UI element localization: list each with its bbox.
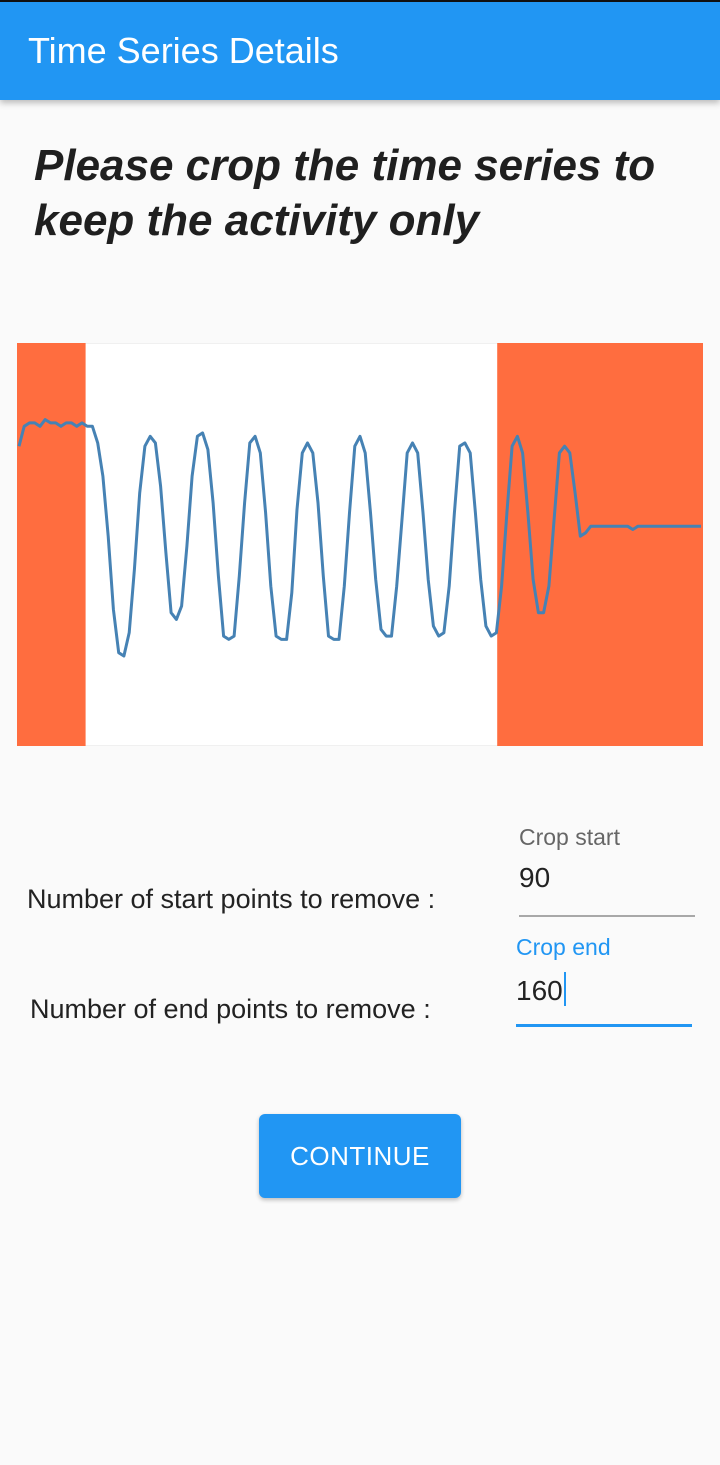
end-points-label: Number of end points to remove : xyxy=(30,994,431,1024)
crop-end-value: 160 xyxy=(516,975,563,1006)
app-bar-title: Time Series Details xyxy=(28,30,339,71)
app-bar: Time Series Details xyxy=(0,2,720,100)
crop-end-input[interactable]: 160 xyxy=(516,972,566,1007)
crop-end-region xyxy=(497,343,703,746)
instruction-heading: Please crop the time series to keep the … xyxy=(34,141,656,245)
crop-start-region xyxy=(17,343,86,746)
crop-start-field[interactable]: Crop start 90 xyxy=(519,824,695,918)
crop-start-value[interactable]: 90 xyxy=(519,862,550,894)
crop-start-underline xyxy=(519,915,695,917)
start-points-label: Number of start points to remove : xyxy=(27,884,436,914)
text-caret xyxy=(563,972,566,1006)
crop-end-label: Crop end xyxy=(516,934,611,960)
continue-button[interactable]: CONTINUE xyxy=(259,1114,461,1198)
chart-svg xyxy=(17,343,703,746)
time-series-chart xyxy=(17,343,703,746)
crop-end-field[interactable]: Crop end 160 xyxy=(516,934,692,1028)
crop-start-label: Crop start xyxy=(519,824,620,850)
crop-end-underline xyxy=(516,1024,692,1027)
